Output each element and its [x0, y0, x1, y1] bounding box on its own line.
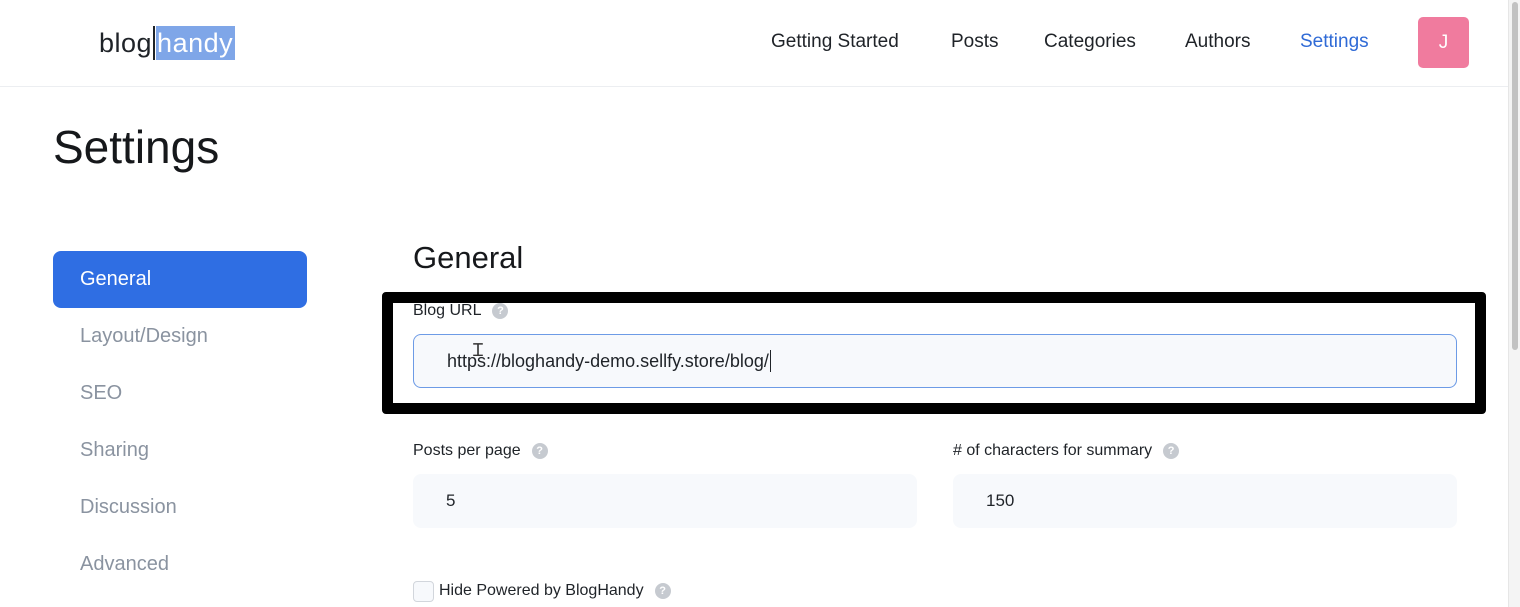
summary-chars-label: # of characters for summary ?	[953, 442, 1180, 460]
blog-url-label: Blog URL ?	[413, 302, 509, 320]
user-avatar[interactable]: J	[1418, 17, 1469, 68]
nav-settings[interactable]: Settings	[1300, 31, 1369, 53]
posts-per-page-input[interactable]: 5	[413, 474, 917, 528]
sidebar-item-general[interactable]: General	[53, 251, 307, 308]
summary-chars-label-text: # of characters for summary	[953, 442, 1153, 459]
summary-chars-value: 150	[986, 491, 1015, 510]
text-cursor	[153, 26, 156, 60]
help-icon[interactable]: ?	[654, 583, 671, 599]
sidebar-item-label: General	[80, 268, 152, 290]
top-navbar: blog handy Getting Started Posts Categor…	[0, 0, 1508, 87]
blog-url-input[interactable]: https://bloghandy-demo.sellfy.store/blog…	[413, 334, 1457, 388]
posts-per-page-label: Posts per page ?	[413, 442, 548, 460]
help-icon[interactable]: ?	[492, 303, 509, 319]
sidebar-item-seo[interactable]: SEO	[53, 365, 307, 422]
section-title-general: General	[413, 240, 524, 275]
help-icon[interactable]: ?	[1163, 443, 1180, 459]
sidebar-item-label: Layout/Design	[80, 325, 208, 347]
posts-per-page-value: 5	[446, 491, 456, 510]
hide-powered-label: Hide Powered by BlogHandy ?	[439, 582, 671, 600]
sidebar-item-label: SEO	[80, 382, 123, 404]
sidebar-item-label: Discussion	[80, 496, 177, 518]
page-scrollbar[interactable]	[1508, 0, 1520, 607]
nav-getting-started[interactable]: Getting Started	[771, 31, 899, 53]
sidebar-item-advanced[interactable]: Advanced	[53, 536, 307, 593]
sidebar-item-layout-design[interactable]: Layout/Design	[53, 308, 307, 365]
sidebar-item-sharing[interactable]: Sharing	[53, 422, 307, 479]
logo-text-blog: blog	[99, 27, 153, 58]
summary-chars-input[interactable]: 150	[953, 474, 1457, 528]
blog-url-label-text: Blog URL	[413, 302, 482, 319]
nav-categories[interactable]: Categories	[1044, 31, 1136, 53]
hide-powered-label-text[interactable]: Hide Powered by BlogHandy	[439, 582, 644, 600]
logo-text-handy-selected: handy	[156, 26, 236, 60]
sidebar-item-label: Sharing	[80, 439, 149, 461]
page-title: Settings	[53, 121, 220, 173]
ibeam-cursor-icon: Ɪ	[473, 340, 484, 360]
sidebar-item-label: Advanced	[80, 553, 169, 575]
bloghandy-logo[interactable]: blog handy	[99, 26, 236, 60]
blog-url-value: https://bloghandy-demo.sellfy.store/blog…	[447, 350, 769, 371]
nav-posts[interactable]: Posts	[951, 31, 999, 53]
text-caret	[769, 350, 772, 372]
posts-per-page-label-text: Posts per page	[413, 442, 521, 459]
nav-authors[interactable]: Authors	[1185, 31, 1250, 53]
scrollbar-thumb[interactable]	[1512, 2, 1518, 350]
sidebar-item-discussion[interactable]: Discussion	[53, 479, 307, 536]
hide-powered-checkbox[interactable]	[413, 581, 434, 602]
help-icon[interactable]: ?	[531, 443, 548, 459]
